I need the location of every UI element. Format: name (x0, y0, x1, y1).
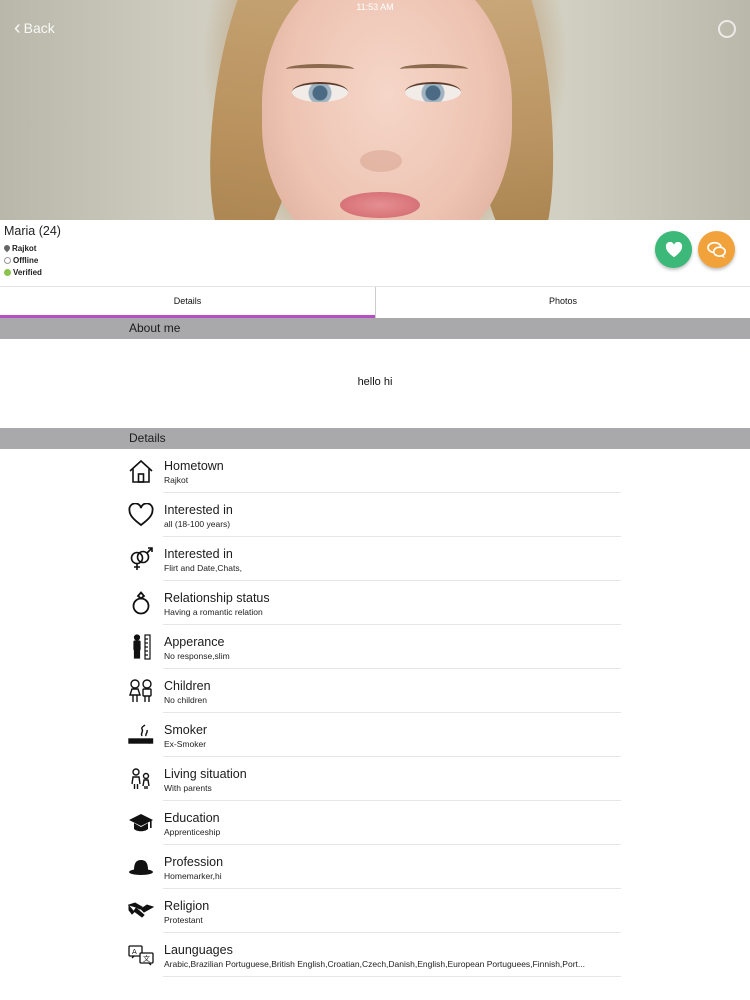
status-bar: 11:53 AM (0, 0, 750, 14)
row-divider (163, 976, 621, 977)
family-icon (127, 765, 155, 793)
detail-row-hometown: Hometown Rajkot (127, 449, 621, 493)
location-pin-icon (4, 245, 10, 253)
detail-value: Flirt and Date,Chats, (164, 563, 242, 573)
details-section-header: Details (0, 428, 750, 449)
location-text: Rajkot (12, 244, 37, 253)
detail-row-appearance: Apperance No response,slim (127, 625, 621, 669)
cigarette-icon (127, 721, 155, 749)
detail-value: all (18-100 years) (164, 519, 231, 529)
profile-photo[interactable]: 11:53 AM ‹ Back (0, 0, 750, 220)
svg-text:文: 文 (143, 954, 150, 963)
detail-label: Children (164, 679, 211, 693)
detail-row-religion: Religion Protestant (127, 889, 621, 933)
detail-value: Ex-Smoker (164, 739, 207, 749)
ring-icon (127, 589, 155, 617)
svg-text:A: A (132, 948, 137, 956)
detail-value: No children (164, 695, 207, 705)
detail-value: Protestant (164, 915, 203, 925)
verified-text: Verified (13, 268, 42, 277)
offline-dot-icon (4, 257, 11, 264)
detail-label: Profession (164, 855, 224, 869)
photo-face (262, 0, 512, 220)
detail-value: No response,slim (164, 651, 230, 661)
detail-value: Arabic,Brazilian Portuguese,British Engl… (164, 959, 585, 969)
profile-tabs: Details Photos (0, 286, 750, 319)
like-button[interactable] (655, 231, 692, 268)
detail-label: Interested in (164, 547, 233, 561)
detail-label: Education (164, 811, 220, 825)
heart-icon (665, 241, 682, 257)
photo-brow-right (400, 64, 468, 74)
detail-row-education: Education Apprenticeship (127, 801, 621, 845)
photo-lips (340, 192, 420, 218)
detail-value: Having a romantic relation (164, 607, 263, 617)
photo-brow-left (286, 64, 354, 74)
heart-outline-icon (127, 501, 155, 529)
verified-row: Verified (4, 268, 42, 277)
tab-photos[interactable]: Photos (375, 287, 750, 319)
detail-label: Relationship status (164, 591, 270, 605)
detail-value: With parents (164, 783, 212, 793)
chat-button[interactable] (698, 231, 735, 268)
photo-eye-left (292, 82, 348, 102)
detail-label: Launguages (164, 943, 233, 957)
handshake-icon (127, 897, 155, 925)
detail-label: Religion (164, 899, 210, 913)
detail-label: Interested in (164, 503, 233, 517)
detail-row-living: Living situation With parents (127, 757, 621, 801)
detail-label: Apperance (164, 635, 225, 649)
children-icon (127, 677, 155, 705)
details-list: Hometown Rajkot Interested in all (18-10… (127, 449, 621, 977)
detail-row-languages: A 文 Launguages Arabic,Brazilian Portugue… (127, 933, 621, 977)
detail-value: Apprenticeship (164, 827, 221, 837)
chat-bubbles-icon (706, 241, 726, 258)
back-label: Back (23, 20, 55, 36)
settings-icon[interactable] (718, 20, 736, 38)
back-button[interactable]: ‹ Back (14, 17, 55, 39)
translate-icon: A 文 (127, 941, 155, 969)
detail-row-interested-age: Interested in all (18-100 years) (127, 493, 621, 537)
detail-label: Hometown (164, 459, 224, 473)
online-status-row: Offline (4, 256, 38, 265)
location-row: Rajkot (4, 244, 36, 253)
detail-row-smoker: Smoker Ex-Smoker (127, 713, 621, 757)
height-person-icon (127, 633, 155, 661)
detail-label: Living situation (164, 767, 247, 781)
detail-row-profession: Profession Homemarker,hi (127, 845, 621, 889)
online-status-text: Offline (13, 256, 39, 265)
house-icon (127, 457, 155, 485)
hat-icon (127, 853, 155, 881)
profile-header: Maria (24) Rajkot Offline Verified (0, 220, 750, 286)
detail-value: Rajkot (164, 475, 189, 485)
gender-symbols-icon (127, 545, 155, 573)
verified-check-icon (4, 269, 11, 276)
detail-row-children: Children No children (127, 669, 621, 713)
chevron-left-icon: ‹ (14, 17, 21, 39)
about-section-header: About me (0, 318, 750, 339)
about-text: hello hi (357, 376, 393, 388)
detail-row-interested-types: Interested in Flirt and Date,Chats, (127, 537, 621, 581)
photo-eye-right (405, 82, 461, 102)
status-time: 11:53 AM (356, 2, 394, 12)
photo-nose (360, 150, 402, 172)
profile-name: Maria (24) (4, 224, 61, 238)
detail-row-relationship: Relationship status Having a romantic re… (127, 581, 621, 625)
detail-label: Smoker (164, 723, 208, 737)
graduation-cap-icon (127, 809, 155, 837)
detail-value: Homemarker,hi (164, 871, 222, 881)
